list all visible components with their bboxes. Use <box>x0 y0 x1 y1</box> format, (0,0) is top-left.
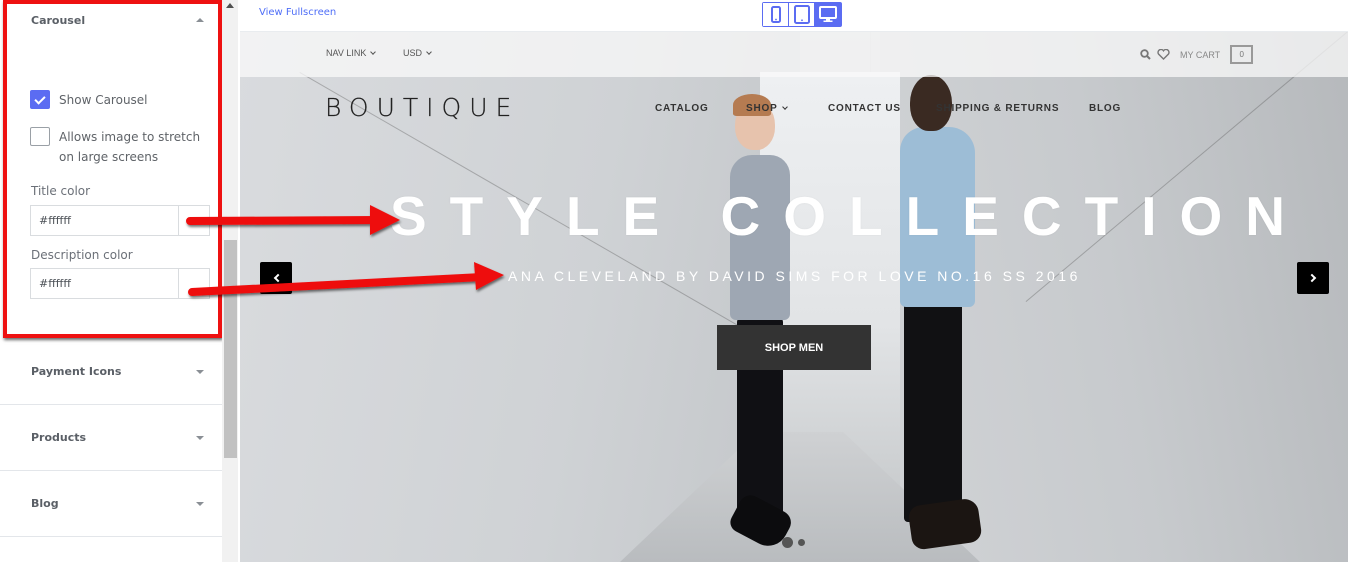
expand-caret-icon <box>196 436 204 440</box>
preview-toolbar: View Fullscreen <box>240 0 1348 32</box>
main-nav-catalog[interactable]: CATALOG <box>655 103 709 114</box>
tablet-icon <box>793 5 810 24</box>
scroll-up-arrow-icon[interactable] <box>226 3 234 8</box>
expand-caret-icon <box>196 502 204 506</box>
search-icon[interactable] <box>1140 49 1151 60</box>
chevron-down-icon <box>426 49 432 55</box>
collapse-caret-icon[interactable] <box>196 18 204 22</box>
chevron-left-icon <box>273 273 282 283</box>
device-switcher <box>762 2 842 27</box>
nav-link-label: NAV LINK <box>326 48 367 58</box>
currency-dropdown[interactable]: USD <box>403 48 432 58</box>
hero-description: ANA CLEVELAND BY DAVID SIMS FOR LOVE NO.… <box>508 268 1081 284</box>
section-products[interactable]: Products <box>0 405 222 471</box>
show-carousel-checkbox[interactable] <box>30 90 50 109</box>
stretch-image-label[interactable]: Allows image to stretch on large screens <box>59 127 209 167</box>
hero-model-right <box>904 292 962 522</box>
scrollbar-thumb[interactable] <box>224 240 237 458</box>
show-carousel-label[interactable]: Show Carousel <box>59 90 209 110</box>
view-fullscreen-link[interactable]: View Fullscreen <box>259 7 336 18</box>
carousel-dots <box>782 537 805 548</box>
heart-icon[interactable] <box>1157 49 1170 60</box>
section-title: Blog <box>31 497 59 510</box>
store-utility-icons: MY CART 0 <box>1140 45 1254 64</box>
mobile-icon <box>770 6 781 23</box>
description-color-input[interactable] <box>31 269 178 298</box>
carousel-panel: Carousel Show Carousel Allows image to s… <box>0 0 222 338</box>
description-color-swatch[interactable] <box>178 269 209 298</box>
description-color-field <box>30 268 210 299</box>
section-title: Products <box>31 431 87 444</box>
store-logo[interactable]: BOUTIQUE <box>325 93 519 122</box>
section-blog[interactable]: Blog <box>0 471 222 537</box>
main-nav-blog[interactable]: BLOG <box>1089 103 1121 114</box>
store-preview: NAV LINK USD MY CART 0 BOUTIQUE CATALOG … <box>240 32 1348 562</box>
main-nav-shop[interactable]: SHOP <box>746 103 788 114</box>
currency-label: USD <box>403 48 423 58</box>
cart-count-badge[interactable]: 0 <box>1230 45 1254 64</box>
store-announcement-bar: NAV LINK USD MY CART 0 <box>240 32 1348 77</box>
section-payment-icons[interactable]: Payment Icons <box>0 339 222 405</box>
title-color-input[interactable] <box>31 206 178 235</box>
title-color-swatch[interactable] <box>178 206 209 235</box>
nav-link-dropdown[interactable]: NAV LINK <box>326 48 377 58</box>
shop-men-button[interactable]: SHOP MEN <box>717 325 871 370</box>
chevron-down-icon <box>370 49 377 55</box>
settings-sidebar: Carousel Show Carousel Allows image to s… <box>0 0 222 562</box>
title-color-label: Title color <box>31 184 91 198</box>
chevron-down-icon <box>781 104 788 110</box>
theme-editor: Carousel Show Carousel Allows image to s… <box>0 0 1348 562</box>
expand-caret-icon <box>196 370 204 374</box>
main-nav-shipping[interactable]: SHIPPING & RETURNS <box>936 103 1059 114</box>
desktop-icon <box>819 6 837 22</box>
stretch-image-checkbox[interactable] <box>30 127 50 146</box>
main-nav-shop-label: SHOP <box>746 103 778 114</box>
desktop-view-button[interactable] <box>815 3 841 26</box>
carousel-panel-title[interactable]: Carousel <box>31 14 85 27</box>
hero-title: STYLE COLLECTION <box>390 185 1308 247</box>
my-cart-link[interactable]: MY CART <box>1180 50 1220 60</box>
carousel-prev-button[interactable] <box>260 262 292 294</box>
tablet-view-button[interactable] <box>789 3 815 26</box>
carousel-next-button[interactable] <box>1297 262 1329 294</box>
main-nav-contact[interactable]: CONTACT US <box>828 103 901 114</box>
chevron-right-icon <box>1307 273 1316 283</box>
title-color-field <box>30 205 210 236</box>
mobile-view-button[interactable] <box>763 3 789 26</box>
description-color-label: Description color <box>31 248 133 262</box>
sidebar-scrollbar[interactable] <box>222 0 238 562</box>
carousel-dot[interactable] <box>798 539 805 546</box>
carousel-dot-active[interactable] <box>782 537 793 548</box>
section-title: Payment Icons <box>31 365 122 378</box>
